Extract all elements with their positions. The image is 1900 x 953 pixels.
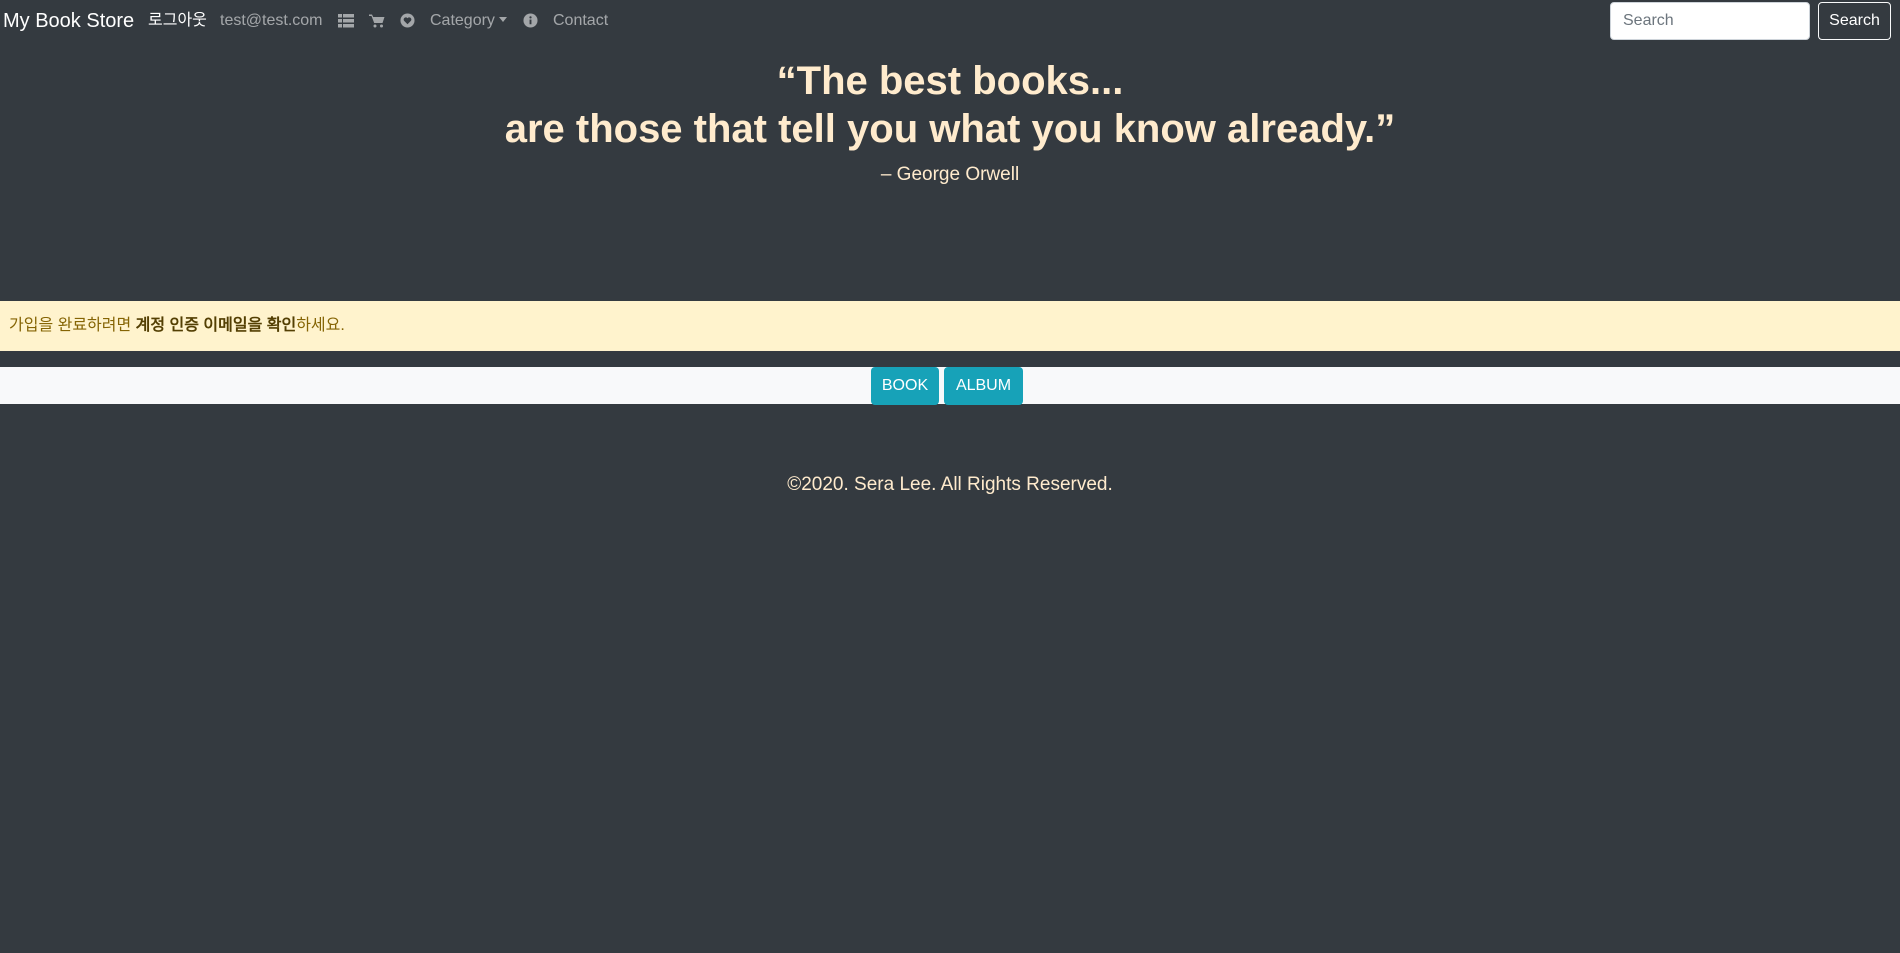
navbar: My Book Store 로그아웃 test@test.com Categor…	[0, 0, 1900, 43]
quote-author: – George Orwell	[880, 164, 1020, 185]
cart-icon[interactable]	[368, 12, 385, 29]
category-dropdown[interactable]: Category	[430, 11, 507, 31]
brand-link[interactable]: My Book Store	[3, 8, 134, 34]
quote-line-1: “The best books...	[776, 59, 1124, 103]
heart-icon[interactable]	[399, 12, 416, 29]
hero-quote: “The best books... are those that tell y…	[0, 57, 1900, 153]
category-label: Category	[430, 12, 495, 29]
search-input[interactable]	[1610, 2, 1810, 40]
user-email-link[interactable]: test@test.com	[220, 11, 323, 31]
caret-down-icon	[498, 17, 507, 22]
footer-copyright: ©2020. Sera Lee. All Rights Reserved.	[787, 474, 1113, 495]
search-button[interactable]: Search	[1818, 2, 1891, 40]
tab-album[interactable]: ALBUM	[944, 367, 1023, 405]
alert-prefix: 가입을 완료하려면	[9, 317, 136, 334]
logout-link[interactable]: 로그아웃	[148, 11, 207, 31]
alert-suffix: 하세요.	[296, 317, 345, 334]
verification-alert: 가입을 완료하려면 계정 인증 이메일을 확인하세요.	[0, 301, 1900, 351]
info-icon[interactable]	[522, 12, 539, 29]
list-icon[interactable]	[337, 12, 354, 29]
quote-line-2: are those that tell you what you know al…	[504, 107, 1396, 151]
category-tabs: BOOK ALBUM	[0, 367, 1900, 405]
tab-book[interactable]: BOOK	[871, 367, 939, 405]
contact-link[interactable]: Contact	[553, 11, 608, 31]
alert-bold-text: 계정 인증 이메일을 확인	[135, 317, 297, 334]
